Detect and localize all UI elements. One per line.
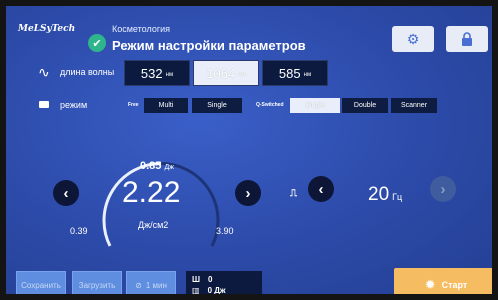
counter-pulses: 0 — [208, 275, 213, 284]
frequency-decrease-button[interactable]: ‹ — [308, 176, 334, 202]
energy-icon: ▥ — [192, 286, 200, 294]
free-label: Free — [128, 102, 139, 108]
check-icon: ✔ — [88, 34, 106, 52]
mode-free-multi[interactable]: Multi — [144, 98, 188, 113]
save-button[interactable]: Сохранить — [16, 271, 66, 294]
timer-value: 1 мин — [145, 280, 167, 290]
mode-label: режим — [60, 100, 88, 110]
fluence-decrease-button[interactable]: ‹ — [53, 180, 79, 206]
qswitch-label: Q-Switched — [256, 102, 284, 108]
fluence-unit: Дж/см2 — [138, 220, 169, 230]
wavelength-label: длина волны — [60, 67, 115, 77]
chevron-right-icon: › — [245, 184, 251, 202]
frequency-unit: Гц — [392, 192, 403, 202]
wavelength-unit: нм — [165, 72, 174, 78]
page-title: Режим настройки параметров — [112, 38, 306, 53]
brand-logo: MeLSyTech — [18, 24, 76, 34]
lock-icon — [462, 32, 472, 46]
wavelength-option-selected[interactable]: 1064 нм — [193, 60, 259, 86]
mode-qs-single[interactable]: Single — [290, 98, 340, 113]
chevron-right-icon: › — [440, 180, 446, 198]
mode-qs-double[interactable]: Double — [342, 98, 388, 113]
chevron-left-icon: ‹ — [318, 180, 324, 198]
sun-icon: ✹ — [424, 277, 436, 292]
fluence-max: 3.90 — [216, 226, 234, 236]
wavelength-value: 585 — [278, 65, 301, 81]
pulse-icon: ⎍ — [290, 188, 297, 199]
fluence-min: 0.39 — [70, 226, 88, 236]
chevron-left-icon: ‹ — [63, 184, 69, 202]
mode-free-single[interactable]: Single — [192, 98, 242, 113]
frequency-display: 20 Гц — [368, 184, 402, 206]
fluence-value: 2.22 — [122, 176, 181, 209]
counter-icon: Ш — [192, 275, 201, 284]
start-label: Старт — [441, 280, 468, 290]
wavelength-unit: нм — [238, 72, 246, 78]
frequency-increase-button[interactable]: › — [430, 176, 456, 202]
wavelength-option[interactable]: 532 нм — [124, 60, 190, 86]
fluence-spot-unit: Дж — [164, 164, 174, 171]
wave-icon: ∿ — [38, 64, 50, 80]
load-button[interactable]: Загрузить — [72, 271, 122, 294]
settings-button[interactable]: ⚙ — [392, 26, 434, 52]
mode-qs-scanner[interactable]: Scanner — [391, 98, 437, 113]
mode-icon — [39, 101, 49, 108]
screen: MeLSyTech ✔ Косметология Режим настройки… — [6, 6, 492, 294]
breadcrumb: Косметология — [112, 24, 171, 34]
lock-button[interactable] — [446, 26, 488, 52]
timer-button[interactable]: ⊘ 1 мин — [126, 271, 176, 294]
start-button[interactable]: ✹ Старт — [394, 268, 492, 294]
counter-energy: 0 Дж — [207, 286, 226, 294]
wavelength-value: 532 — [140, 65, 163, 81]
wavelength-option[interactable]: 585 нм — [262, 60, 328, 86]
frequency-value: 20 — [368, 184, 390, 205]
wavelength-unit: нм — [303, 72, 312, 78]
fluence-spot-value: 0.85 — [140, 160, 162, 172]
fluence-increase-button[interactable]: › — [235, 180, 261, 206]
gear-icon: ⚙ — [406, 30, 420, 47]
timer-icon: ⊘ — [135, 280, 142, 290]
pulse-counter: Ш 0 ▥ 0 Дж — [186, 271, 262, 294]
wavelength-value: 1064 — [206, 65, 236, 81]
